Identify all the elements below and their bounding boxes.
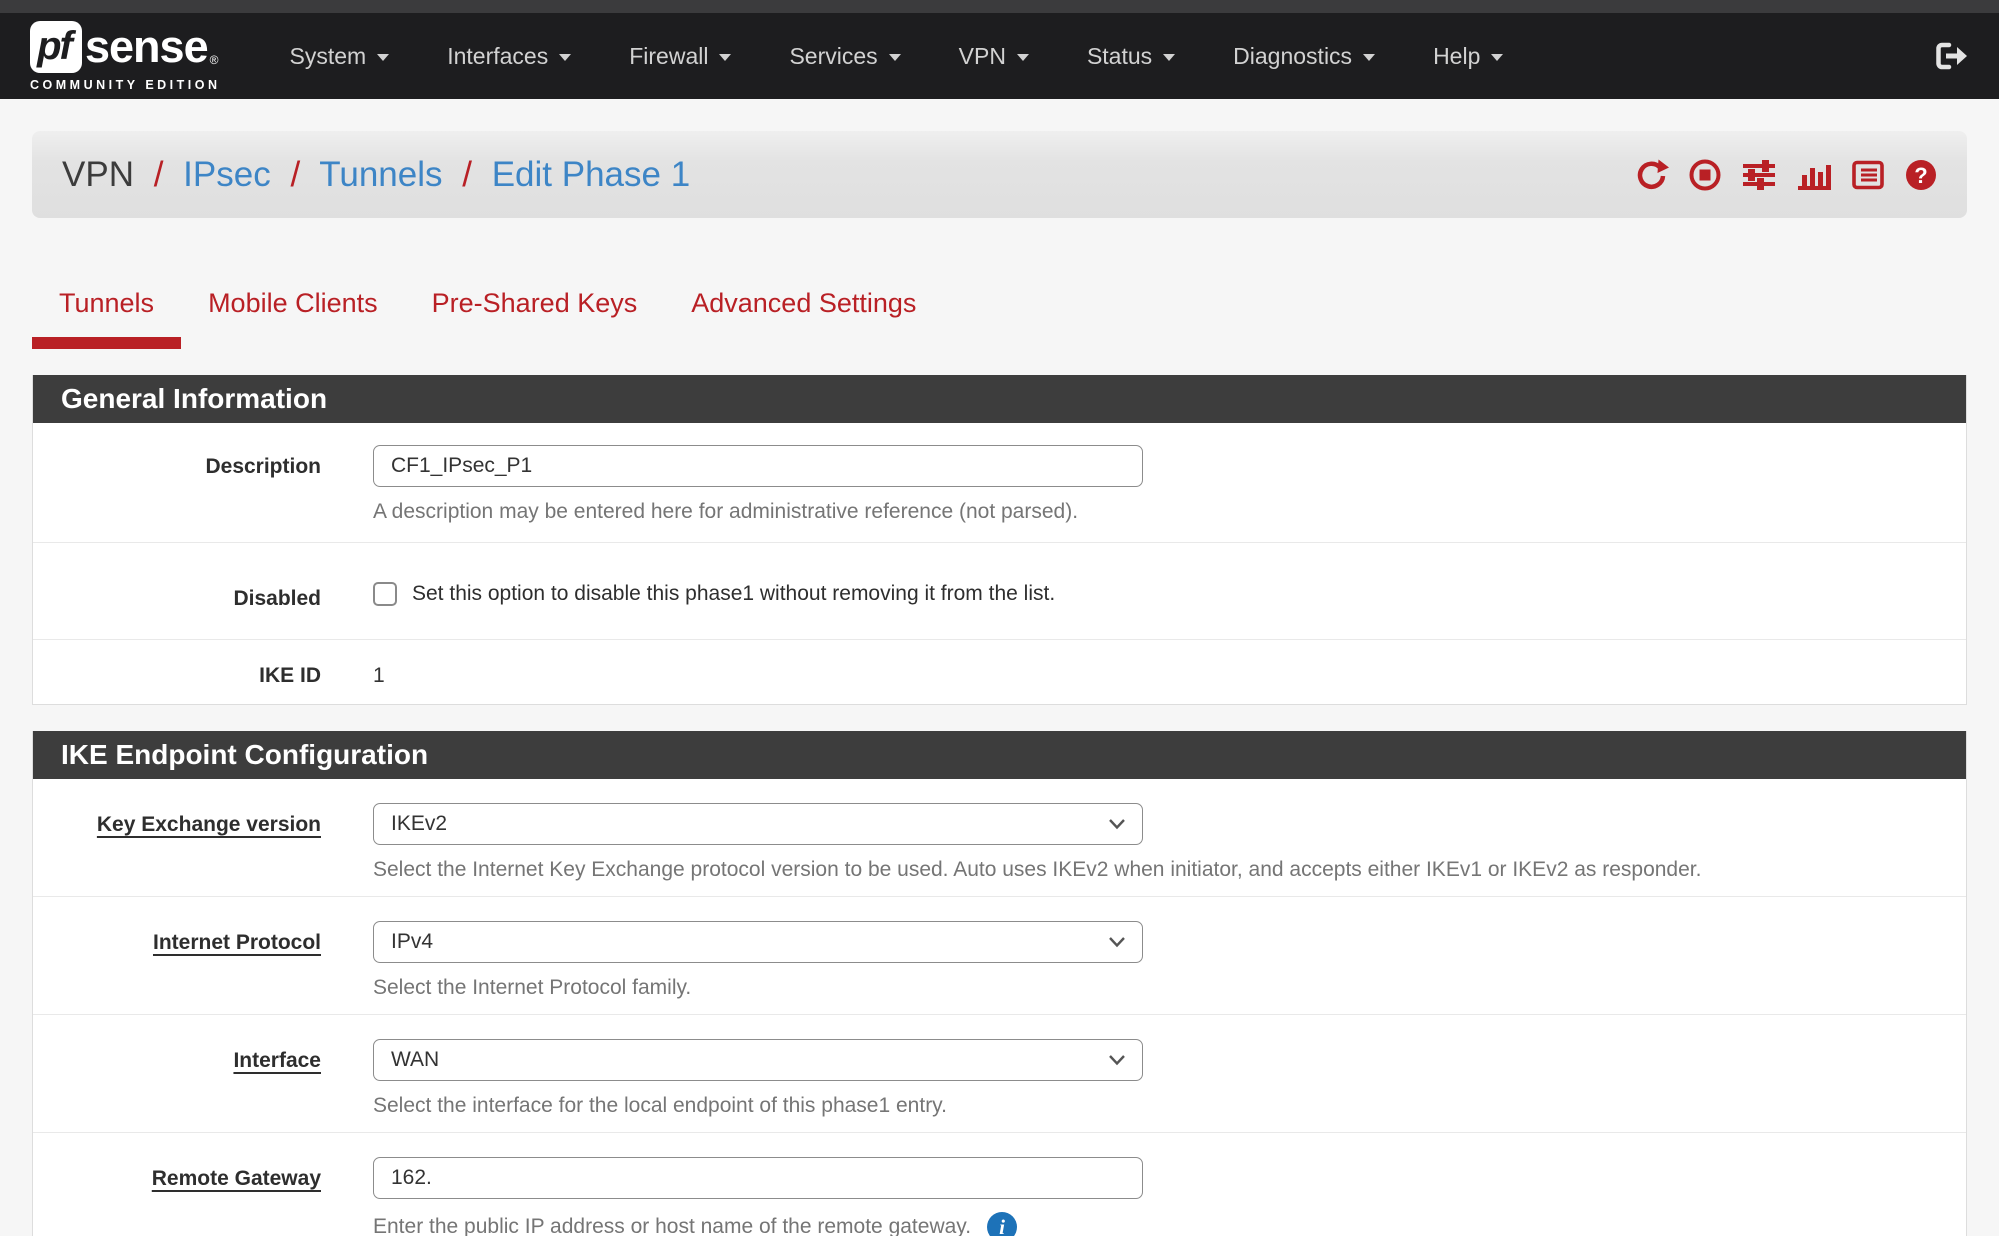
chevron-down-icon [1108, 818, 1126, 830]
description-label: Description [33, 445, 321, 524]
interface-help-text: Select the interface for the local endpo… [373, 1094, 1966, 1118]
nav-item-services[interactable]: Services [760, 43, 929, 70]
internet-protocol-label: Internet Protocol [33, 921, 321, 1000]
general-information-panel: General Information Description A descri… [32, 375, 1967, 705]
interface-label: Interface [33, 1039, 321, 1118]
panel-title-general-information: General Information [33, 375, 1966, 423]
ike-id-value: 1 [373, 654, 1966, 688]
tab-bar: Tunnels Mobile Clients Pre-Shared Keys A… [32, 278, 1967, 349]
remote-gateway-help-text: Enter the public IP address or host name… [373, 1215, 971, 1236]
chevron-down-icon [1363, 54, 1375, 61]
page-header-bar: VPN / IPsec / Tunnels / Edit Phase 1 [32, 131, 1967, 218]
tab-advanced-settings[interactable]: Advanced Settings [664, 278, 943, 349]
breadcrumb-link-edit-phase1[interactable]: Edit Phase 1 [492, 155, 690, 194]
key-exchange-label: Key Exchange version [33, 803, 321, 882]
svg-text:?: ? [1914, 163, 1927, 188]
nav-item-system[interactable]: System [261, 43, 419, 70]
stop-icon[interactable] [1687, 157, 1723, 193]
chevron-down-icon [1108, 936, 1126, 948]
breadcrumb-link-tunnels[interactable]: Tunnels [319, 155, 442, 194]
logo-brand-text: sense [85, 21, 208, 73]
nav-item-diagnostics[interactable]: Diagnostics [1204, 43, 1404, 70]
sliders-icon[interactable] [1740, 157, 1778, 193]
chevron-down-icon [559, 54, 571, 61]
sign-out-icon[interactable] [1933, 38, 1969, 74]
header-action-icons: ? [1634, 157, 1939, 193]
registered-mark: ® [210, 53, 219, 67]
breadcrumb: VPN / IPsec / Tunnels / Edit Phase 1 [62, 155, 690, 195]
interface-row: Interface WAN Select the interface for t… [33, 1015, 1966, 1133]
internet-protocol-help-text: Select the Internet Protocol family. [373, 976, 1966, 1000]
key-exchange-row: Key Exchange version IKEv2 Select the In… [33, 779, 1966, 897]
log-icon[interactable] [1850, 157, 1886, 193]
description-row: Description A description may be entered… [33, 423, 1966, 543]
key-exchange-select[interactable]: IKEv2 [373, 803, 1143, 845]
remote-gateway-input[interactable] [373, 1157, 1143, 1199]
breadcrumb-link-ipsec[interactable]: IPsec [183, 155, 271, 194]
chevron-down-icon [719, 54, 731, 61]
tab-pre-shared-keys[interactable]: Pre-Shared Keys [405, 278, 665, 349]
description-input[interactable] [373, 445, 1143, 487]
panel-title-ike-endpoint: IKE Endpoint Configuration [33, 731, 1966, 779]
internet-protocol-row: Internet Protocol IPv4 Select the Intern… [33, 897, 1966, 1015]
remote-gateway-row: Remote Gateway Enter the public IP addre… [33, 1133, 1966, 1236]
internet-protocol-select[interactable]: IPv4 [373, 921, 1143, 963]
key-exchange-help-text: Select the Internet Key Exchange protoco… [373, 858, 1966, 882]
refresh-icon[interactable] [1634, 157, 1670, 193]
disabled-checkbox-label: Set this option to disable this phase1 w… [412, 582, 1055, 606]
nav-item-help[interactable]: Help [1404, 43, 1532, 70]
chevron-down-icon [377, 54, 389, 61]
logo-subtitle: COMMUNITY EDITION [30, 78, 221, 92]
main-navbar: pf sense ® COMMUNITY EDITION System Inte… [0, 13, 1999, 99]
nav-item-interfaces[interactable]: Interfaces [418, 43, 600, 70]
bar-chart-icon[interactable] [1795, 157, 1833, 193]
chevron-down-icon [1491, 54, 1503, 61]
interface-select[interactable]: WAN [373, 1039, 1143, 1081]
disabled-row: Disabled Set this option to disable this… [33, 543, 1966, 640]
disabled-checkbox[interactable] [373, 582, 397, 606]
ike-endpoint-configuration-panel: IKE Endpoint Configuration Key Exchange … [32, 731, 1967, 1236]
chevron-down-icon [1017, 54, 1029, 61]
disabled-label: Disabled [33, 577, 321, 611]
ike-id-label: IKE ID [33, 654, 321, 688]
info-icon[interactable]: i [987, 1212, 1017, 1236]
description-help-text: A description may be entered here for ad… [373, 500, 1966, 524]
chevron-down-icon [1163, 54, 1175, 61]
help-icon[interactable]: ? [1903, 157, 1939, 193]
chevron-down-icon [1108, 1054, 1126, 1066]
nav-menu: System Interfaces Firewall Services VPN … [261, 43, 1933, 70]
ike-id-row: IKE ID 1 [33, 640, 1966, 704]
breadcrumb-section: VPN [62, 155, 134, 194]
pf-logo-mark: pf [30, 21, 82, 73]
window-top-strip [0, 0, 1999, 13]
nav-item-vpn[interactable]: VPN [930, 43, 1058, 70]
remote-gateway-label: Remote Gateway [33, 1157, 321, 1236]
pfsense-logo[interactable]: pf sense ® COMMUNITY EDITION [30, 21, 221, 92]
nav-item-firewall[interactable]: Firewall [600, 43, 760, 70]
tab-tunnels[interactable]: Tunnels [32, 278, 181, 349]
tab-mobile-clients[interactable]: Mobile Clients [181, 278, 405, 349]
chevron-down-icon [889, 54, 901, 61]
nav-item-status[interactable]: Status [1058, 43, 1204, 70]
